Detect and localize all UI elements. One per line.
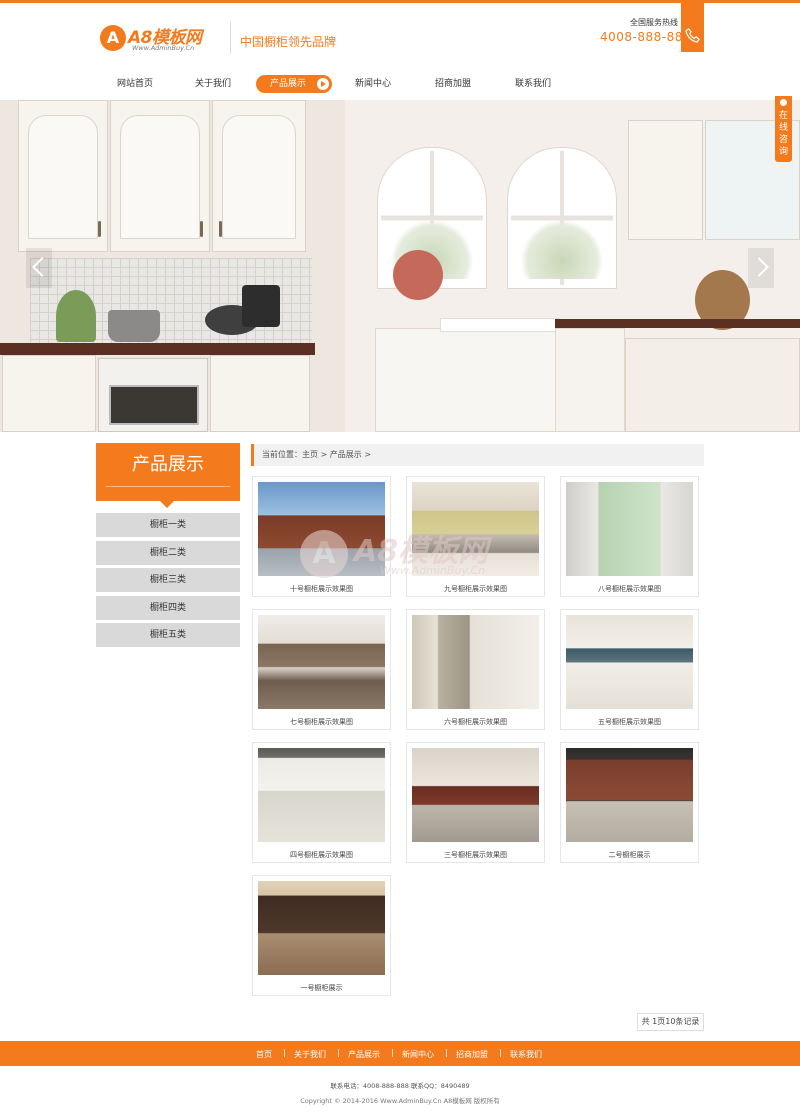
footer-link-about[interactable]: 关于我们: [294, 1049, 326, 1060]
upper-cabinet: [18, 100, 108, 252]
product-card[interactable]: 七号橱柜展示效果图: [252, 609, 391, 730]
footer-link-contact[interactable]: 联系我们: [510, 1049, 542, 1060]
lower-cabinet: [555, 328, 625, 432]
site-logo[interactable]: A A8模板网 Www.AdminBuy.Cn: [100, 22, 212, 56]
footer-link-products[interactable]: 产品展示: [348, 1049, 380, 1060]
sidebar-item-cat3[interactable]: 橱柜三类: [96, 568, 240, 592]
slogan: 中国橱柜领先品牌: [240, 35, 337, 49]
product-card[interactable]: 六号橱柜展示效果图: [406, 609, 545, 730]
product-image[interactable]: [566, 615, 693, 709]
product-image[interactable]: [412, 748, 539, 842]
footer-link-news[interactable]: 新闻中心: [402, 1049, 434, 1060]
product-caption[interactable]: 五号橱柜展示效果图: [561, 717, 698, 727]
product-caption[interactable]: 四号橱柜展示效果图: [253, 850, 390, 860]
footer-copyright: Copyright © 2014-2016 Www.AdminBuy.Cn A8…: [300, 1097, 500, 1105]
footer-separator: |: [499, 1048, 502, 1057]
hero-banner: [0, 100, 800, 432]
logo-url: Www.AdminBuy.Cn: [132, 44, 195, 52]
logo-mark: A: [100, 25, 126, 51]
product-caption[interactable]: 八号橱柜展示效果图: [561, 584, 698, 594]
product-card[interactable]: 二号橱柜展示: [560, 742, 699, 863]
breadcrumb: 当前位置：主页 > 产品展示 >: [251, 444, 704, 466]
plant: [56, 290, 96, 342]
product-image[interactable]: [566, 482, 693, 576]
hotline-number: 4008-888-888: [600, 30, 692, 44]
arched-window: [508, 148, 616, 288]
footer-contact: 联系电话：4008-888-888 联系QQ：8490489: [330, 1082, 470, 1090]
product-card[interactable]: 五号橱柜展示效果图: [560, 609, 699, 730]
stock-pot: [108, 310, 160, 342]
phone-badge: [681, 0, 704, 52]
footer-link-join[interactable]: 招商加盟: [456, 1049, 488, 1060]
nav-products[interactable]: 产品展示: [256, 75, 332, 93]
watermark-logo: A A8模板网 Www.AdminBuy.Cn: [300, 520, 540, 590]
nav-about[interactable]: 关于我们: [178, 75, 248, 93]
sidebar-item-cat1[interactable]: 橱柜一类: [96, 513, 240, 537]
oven: [98, 358, 208, 432]
sidebar-title-text: 产品展示: [132, 454, 204, 475]
product-caption[interactable]: 七号橱柜展示效果图: [253, 717, 390, 727]
kitchen-photo-right: [345, 100, 800, 432]
lower-cabinet: [210, 355, 310, 432]
black-pan: [242, 285, 280, 327]
consult-label: 在线咨询: [778, 111, 788, 157]
countertop: [0, 343, 315, 355]
product-card[interactable]: 八号橱柜展示效果图: [560, 476, 699, 597]
nav-home[interactable]: 网站首页: [100, 75, 170, 93]
product-caption[interactable]: 三号橱柜展示效果图: [407, 850, 544, 860]
upper-cabinet: [628, 120, 703, 240]
nav-contact[interactable]: 联系我们: [498, 75, 568, 93]
footer-link-home[interactable]: 首页: [256, 1049, 272, 1060]
flowers: [393, 250, 443, 300]
watermark-url: Www.AdminBuy.Cn: [380, 564, 486, 577]
pagination-info: 共 1页10条记录: [637, 1013, 704, 1031]
product-image[interactable]: [258, 748, 385, 842]
footer-separator: |: [337, 1048, 340, 1057]
nav-products-label: 产品展示: [269, 79, 306, 89]
product-card[interactable]: 三号橱柜展示效果图: [406, 742, 545, 863]
sidebar-item-cat5[interactable]: 橱柜五类: [96, 623, 240, 647]
sidebar-title: 产品展示: [96, 443, 240, 501]
main-nav: 网站首页 关于我们 产品展示 新闻中心 招商加盟 联系我们: [0, 72, 800, 96]
prev-slide-arrow[interactable]: [26, 248, 52, 288]
upper-cabinet: [212, 100, 306, 252]
upper-cabinet: [110, 100, 210, 252]
footer-separator: |: [283, 1048, 286, 1057]
countertop: [555, 319, 800, 328]
hotline-label: 全国服务热线: [630, 18, 678, 27]
sink-cabinet: [375, 328, 560, 432]
next-slide-arrow[interactable]: [748, 248, 774, 288]
product-image[interactable]: [258, 881, 385, 975]
chat-icon: [780, 99, 787, 106]
product-image[interactable]: [566, 748, 693, 842]
product-card[interactable]: 一号橱柜展示: [252, 875, 391, 996]
nav-join[interactable]: 招商加盟: [418, 75, 488, 93]
watermark-mark: A: [300, 530, 348, 578]
lower-cabinet: [625, 338, 800, 432]
sidebar-item-cat2[interactable]: 橱柜二类: [96, 541, 240, 565]
product-image[interactable]: [412, 615, 539, 709]
sidebar-title-rule: [106, 486, 230, 487]
header-divider: [230, 22, 231, 54]
sidebar-title-pointer: [160, 501, 174, 508]
footer-separator: |: [391, 1048, 394, 1057]
footer-separator: |: [445, 1048, 448, 1057]
sink: [440, 318, 560, 332]
chevron-right-icon: [317, 78, 329, 90]
nav-news[interactable]: 新闻中心: [338, 75, 408, 93]
phone-icon: [685, 28, 700, 43]
lower-cabinet: [2, 355, 96, 432]
product-caption[interactable]: 六号橱柜展示效果图: [407, 717, 544, 727]
top-accent-line: [0, 0, 800, 3]
product-caption[interactable]: 一号橱柜展示: [253, 983, 390, 993]
product-image[interactable]: [258, 615, 385, 709]
product-card[interactable]: 四号橱柜展示效果图: [252, 742, 391, 863]
product-caption[interactable]: 二号橱柜展示: [561, 850, 698, 860]
sidebar-item-cat4[interactable]: 橱柜四类: [96, 596, 240, 620]
footer-nav: 首页 | 关于我们 | 产品展示 | 新闻中心 | 招商加盟 | 联系我们: [0, 1041, 800, 1066]
online-consult-tab[interactable]: 在线咨询: [775, 96, 792, 162]
